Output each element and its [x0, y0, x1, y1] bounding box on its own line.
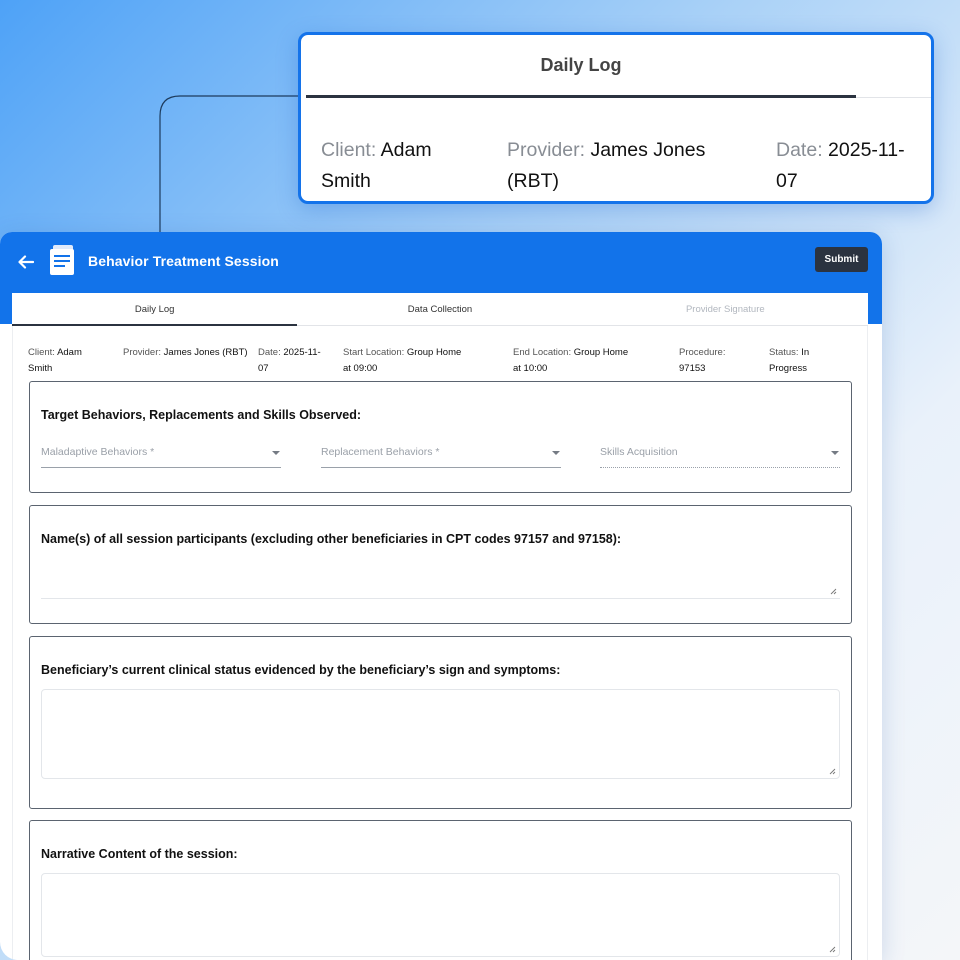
provider-value: James Jones (RBT) [163, 347, 248, 358]
narrative-card: Narrative Content of the session: [29, 820, 852, 960]
provider-info: Provider: James Jones (RBT) [123, 345, 248, 361]
zoom-callout: Daily Log Client: Adam Smith Provider: J… [298, 32, 934, 204]
callout-date-label: Date: [776, 139, 823, 161]
narrative-textarea[interactable] [41, 873, 840, 957]
replacement-behaviors-select[interactable]: Replacement Behaviors * [321, 446, 561, 468]
session-info: Client: Adam Smith Provider: James Jones… [28, 345, 858, 379]
status-info: Status: In Progress [769, 345, 839, 377]
tab-data-collection[interactable]: Data Collection [297, 293, 582, 325]
skills-acquisition-placeholder: Skills Acquisition [600, 446, 678, 458]
callout-client-label: Client: [321, 139, 377, 161]
callout-client-info: Client: Adam Smith [321, 135, 481, 197]
client-info: Client: Adam Smith [28, 345, 108, 377]
tab-daily-log[interactable]: Daily Log [12, 293, 298, 326]
clinical-status-card: Beneficiary’s current clinical status ev… [29, 636, 852, 809]
resize-handle-icon[interactable] [828, 767, 836, 775]
end-location-info: End Location: Group Home at 10:00 [513, 345, 633, 377]
page-canvas: Behavior Treatment Session Submit Daily … [0, 0, 960, 960]
back-button[interactable] [14, 250, 38, 274]
app-window: Behavior Treatment Session Submit Daily … [0, 232, 882, 960]
procedure-label: Procedure: [679, 347, 726, 358]
callout-provider-info: Provider: James Jones (RBT) [507, 135, 737, 197]
callout-provider-label: Provider: [507, 139, 586, 161]
replacement-behaviors-placeholder: Replacement Behaviors * [321, 446, 440, 458]
client-label: Client: [28, 347, 55, 358]
skills-acquisition-select[interactable]: Skills Acquisition [600, 446, 840, 468]
callout-divider [856, 97, 931, 98]
submit-button[interactable]: Submit [815, 247, 868, 272]
behaviors-card: Target Behaviors, Replacements and Skill… [29, 381, 852, 493]
daily-log-panel: Client: Adam Smith Provider: James Jones… [12, 326, 868, 960]
behaviors-title: Target Behaviors, Replacements and Skill… [41, 408, 362, 422]
participants-textarea[interactable] [41, 556, 840, 599]
date-label: Date: [258, 347, 281, 358]
start-location-label: Start Location: [343, 347, 405, 358]
resize-handle-icon[interactable] [829, 587, 837, 595]
maladaptive-behaviors-placeholder: Maladaptive Behaviors * [41, 446, 155, 458]
date-info: Date: 2025-11-07 [258, 345, 330, 377]
clinical-status-title: Beneficiary’s current clinical status ev… [41, 663, 561, 677]
status-label: Status: [769, 347, 799, 358]
caret-down-icon [552, 451, 560, 455]
document-stack-icon [50, 245, 74, 275]
callout-tab-indicator [306, 95, 856, 98]
participants-title: Name(s) of all session participants (exc… [41, 532, 622, 546]
participants-card: Name(s) of all session participants (exc… [29, 505, 852, 624]
caret-down-icon [831, 451, 839, 455]
clinical-status-textarea[interactable] [41, 689, 840, 779]
caret-down-icon [272, 451, 280, 455]
provider-label: Provider: [123, 347, 162, 358]
resize-handle-icon[interactable] [828, 945, 836, 953]
procedure-info: Procedure: 97153 [679, 345, 749, 377]
end-location-label: End Location: [513, 347, 572, 358]
tab-bar: Daily Log Data Collection Provider Signa… [12, 293, 868, 326]
page-title: Behavior Treatment Session [88, 253, 279, 269]
tab-provider-signature: Provider Signature [685, 304, 765, 315]
callout-date-info: Date: 2025-11-07 [776, 135, 926, 197]
arrow-left-icon [18, 255, 34, 269]
maladaptive-behaviors-select[interactable]: Maladaptive Behaviors * [41, 446, 281, 468]
start-location-info: Start Location: Group Home at 09:00 [343, 345, 463, 377]
narrative-title: Narrative Content of the session: [41, 847, 238, 861]
procedure-value: 97153 [679, 363, 706, 374]
callout-tab-daily-log: Daily Log [540, 55, 622, 75]
